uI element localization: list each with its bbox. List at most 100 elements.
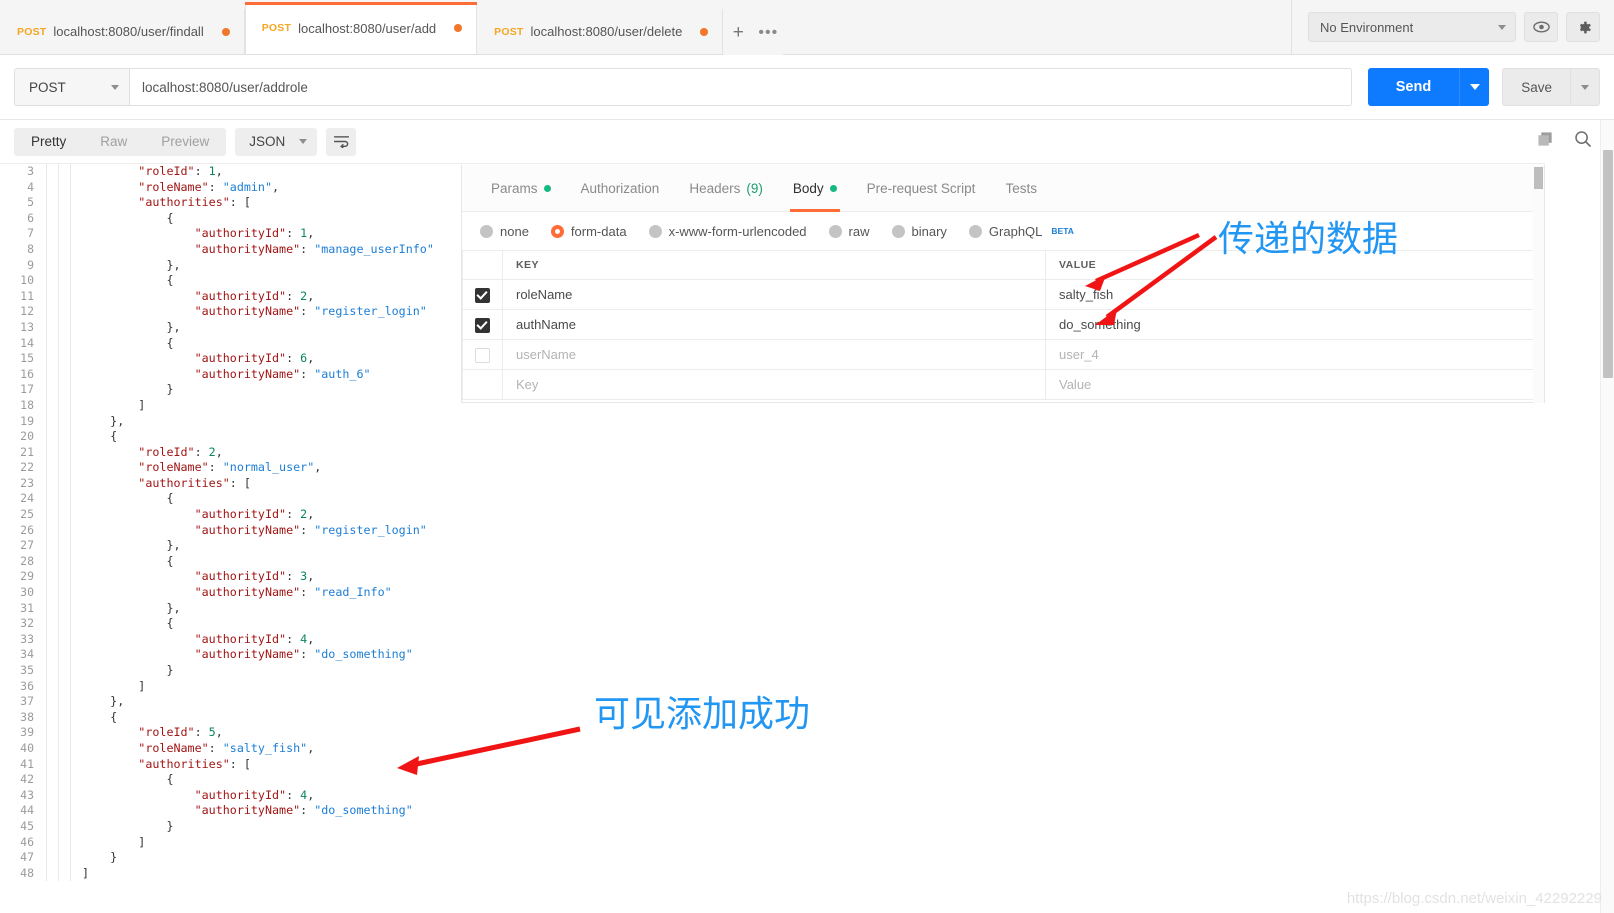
request-panel-scrollbar[interactable]	[1533, 165, 1544, 403]
word-wrap-button[interactable]	[326, 127, 357, 156]
body-type-graphql[interactable]: GraphQL BETA	[968, 224, 1074, 239]
fold-guide	[46, 756, 58, 773]
radio-icon[interactable]	[968, 224, 982, 238]
radio-icon[interactable]	[550, 224, 564, 238]
fold-guide	[70, 725, 82, 741]
response-view-preview[interactable]: Preview	[144, 128, 226, 156]
fold-guide	[58, 241, 70, 258]
response-format-selector[interactable]: JSON	[235, 127, 318, 156]
request-tab[interactable]: POST localhost:8080/user/delete	[477, 9, 724, 54]
line-number: 26	[20, 522, 34, 537]
request-tab-headers[interactable]: Headers (9)	[674, 165, 778, 212]
main-scrollbar-thumb[interactable]	[1603, 150, 1613, 378]
table-row[interactable]: userName user_4	[462, 339, 1544, 370]
fold-guide	[46, 787, 58, 804]
code-text: {	[82, 710, 1545, 726]
value-cell[interactable]: salty_fish	[1045, 279, 1544, 310]
environment-quick-look-button[interactable]	[1524, 12, 1558, 42]
checkbox-icon[interactable]	[475, 287, 490, 303]
table-row[interactable]: roleName salty_fish	[462, 279, 1544, 310]
key-cell[interactable]: userName	[502, 339, 1046, 370]
request-tab-params[interactable]: Params	[476, 165, 566, 212]
radio-icon[interactable]	[828, 224, 842, 238]
request-panel-scrollbar-thumb[interactable]	[1534, 167, 1543, 189]
key-cell[interactable]: authName	[502, 309, 1046, 340]
unsaved-changes-dot[interactable]	[221, 27, 230, 36]
code-token: "authorityId"	[194, 631, 287, 646]
line-number: 37	[20, 694, 34, 709]
request-tab-authorization[interactable]: Authorization	[566, 165, 675, 212]
copy-button[interactable]	[1537, 131, 1554, 153]
code-token: ]	[138, 834, 146, 849]
line-number: 19	[20, 413, 34, 428]
key-cell[interactable]: Key	[502, 369, 1046, 400]
body-type-raw[interactable]: raw	[828, 224, 870, 239]
body-type-x-www-form-urlencoded[interactable]: x-www-form-urlencoded	[648, 224, 807, 239]
send-button[interactable]: Send	[1367, 68, 1460, 106]
fold-guide	[70, 444, 82, 461]
line-number: 33	[20, 631, 34, 646]
settings-button[interactable]	[1566, 12, 1600, 42]
code-text: "authorityName": "do_something"	[82, 647, 1545, 663]
body-type-none[interactable]: none	[480, 224, 529, 239]
request-url-value: localhost:8080/user/addrole	[142, 79, 308, 95]
body-type-binary[interactable]: binary	[891, 224, 947, 239]
row-checkbox-cell[interactable]	[462, 369, 503, 400]
request-tab-method: POST	[17, 25, 47, 38]
save-button[interactable]: Save	[1502, 68, 1570, 106]
environment-label: No Environment	[1320, 19, 1414, 35]
value-cell[interactable]: user_4	[1045, 339, 1544, 370]
request-tab-body[interactable]: Body	[778, 165, 852, 212]
row-checkbox-cell[interactable]	[462, 279, 503, 310]
unsaved-changes-dot[interactable]	[700, 27, 709, 36]
table-row[interactable]: Key Value	[462, 369, 1544, 400]
code-line: 47 }	[0, 850, 1545, 866]
checkbox-icon[interactable]	[475, 347, 490, 363]
checkbox-icon[interactable]	[475, 317, 490, 333]
search-response-button[interactable]	[1574, 130, 1592, 153]
response-view-pretty[interactable]: Pretty	[14, 128, 83, 156]
request-url-input[interactable]: localhost:8080/user/addrole	[129, 68, 1352, 106]
row-checkbox-cell[interactable]	[462, 339, 503, 370]
fold-guide	[58, 818, 70, 835]
http-method-selector[interactable]: POST	[14, 68, 129, 106]
table-row[interactable]: authName do_something	[462, 309, 1544, 340]
request-tab-label: Headers	[689, 180, 741, 196]
environment-controls: No Environment	[1291, 0, 1614, 55]
fold-guide	[70, 834, 82, 851]
row-checkbox-cell[interactable]	[462, 309, 503, 340]
save-options-button[interactable]	[1570, 68, 1600, 106]
main-scrollbar[interactable]	[1600, 120, 1614, 913]
radio-icon[interactable]	[480, 224, 493, 238]
code-token: : [	[229, 475, 251, 490]
tab-options-button[interactable]: •••	[753, 10, 783, 55]
copy-icon	[1538, 131, 1552, 146]
request-section-tabs: Params Authorization Headers (9) Body Pre-req…	[462, 165, 1544, 212]
response-view-raw[interactable]: Raw	[83, 128, 144, 156]
unsaved-changes-dot[interactable]	[454, 24, 463, 32]
code-token: "roleName"	[138, 179, 209, 194]
radio-icon[interactable]	[648, 224, 662, 238]
fold-guide	[46, 460, 58, 476]
line-number: 12	[20, 304, 34, 319]
request-tab-tests[interactable]: Tests	[990, 165, 1052, 212]
line-number: 9	[27, 257, 34, 272]
body-type-form-data[interactable]: form-data	[550, 224, 627, 239]
fold-guide	[46, 241, 58, 258]
fold-guide	[58, 678, 70, 695]
key-cell[interactable]: roleName	[502, 279, 1046, 310]
request-tab[interactable]: POST localhost:8080/user/findall	[0, 9, 245, 54]
code-text: "roleId": 2,	[82, 445, 1545, 461]
value-cell[interactable]: do_something	[1045, 309, 1544, 340]
environment-selector[interactable]: No Environment	[1308, 12, 1516, 42]
code-token: }	[166, 382, 174, 397]
request-tab-pre-request-script[interactable]: Pre-request Script	[852, 165, 991, 212]
radio-icon[interactable]	[891, 224, 905, 238]
request-tab[interactable]: POST localhost:8080/user/add	[244, 2, 478, 54]
send-options-button[interactable]	[1459, 68, 1490, 106]
code-text: },	[82, 414, 1545, 430]
line-number: 14	[20, 335, 34, 350]
value-cell[interactable]: Value	[1045, 369, 1544, 400]
checkbox-column-header	[462, 250, 503, 280]
new-tab-button[interactable]: +	[723, 10, 753, 55]
